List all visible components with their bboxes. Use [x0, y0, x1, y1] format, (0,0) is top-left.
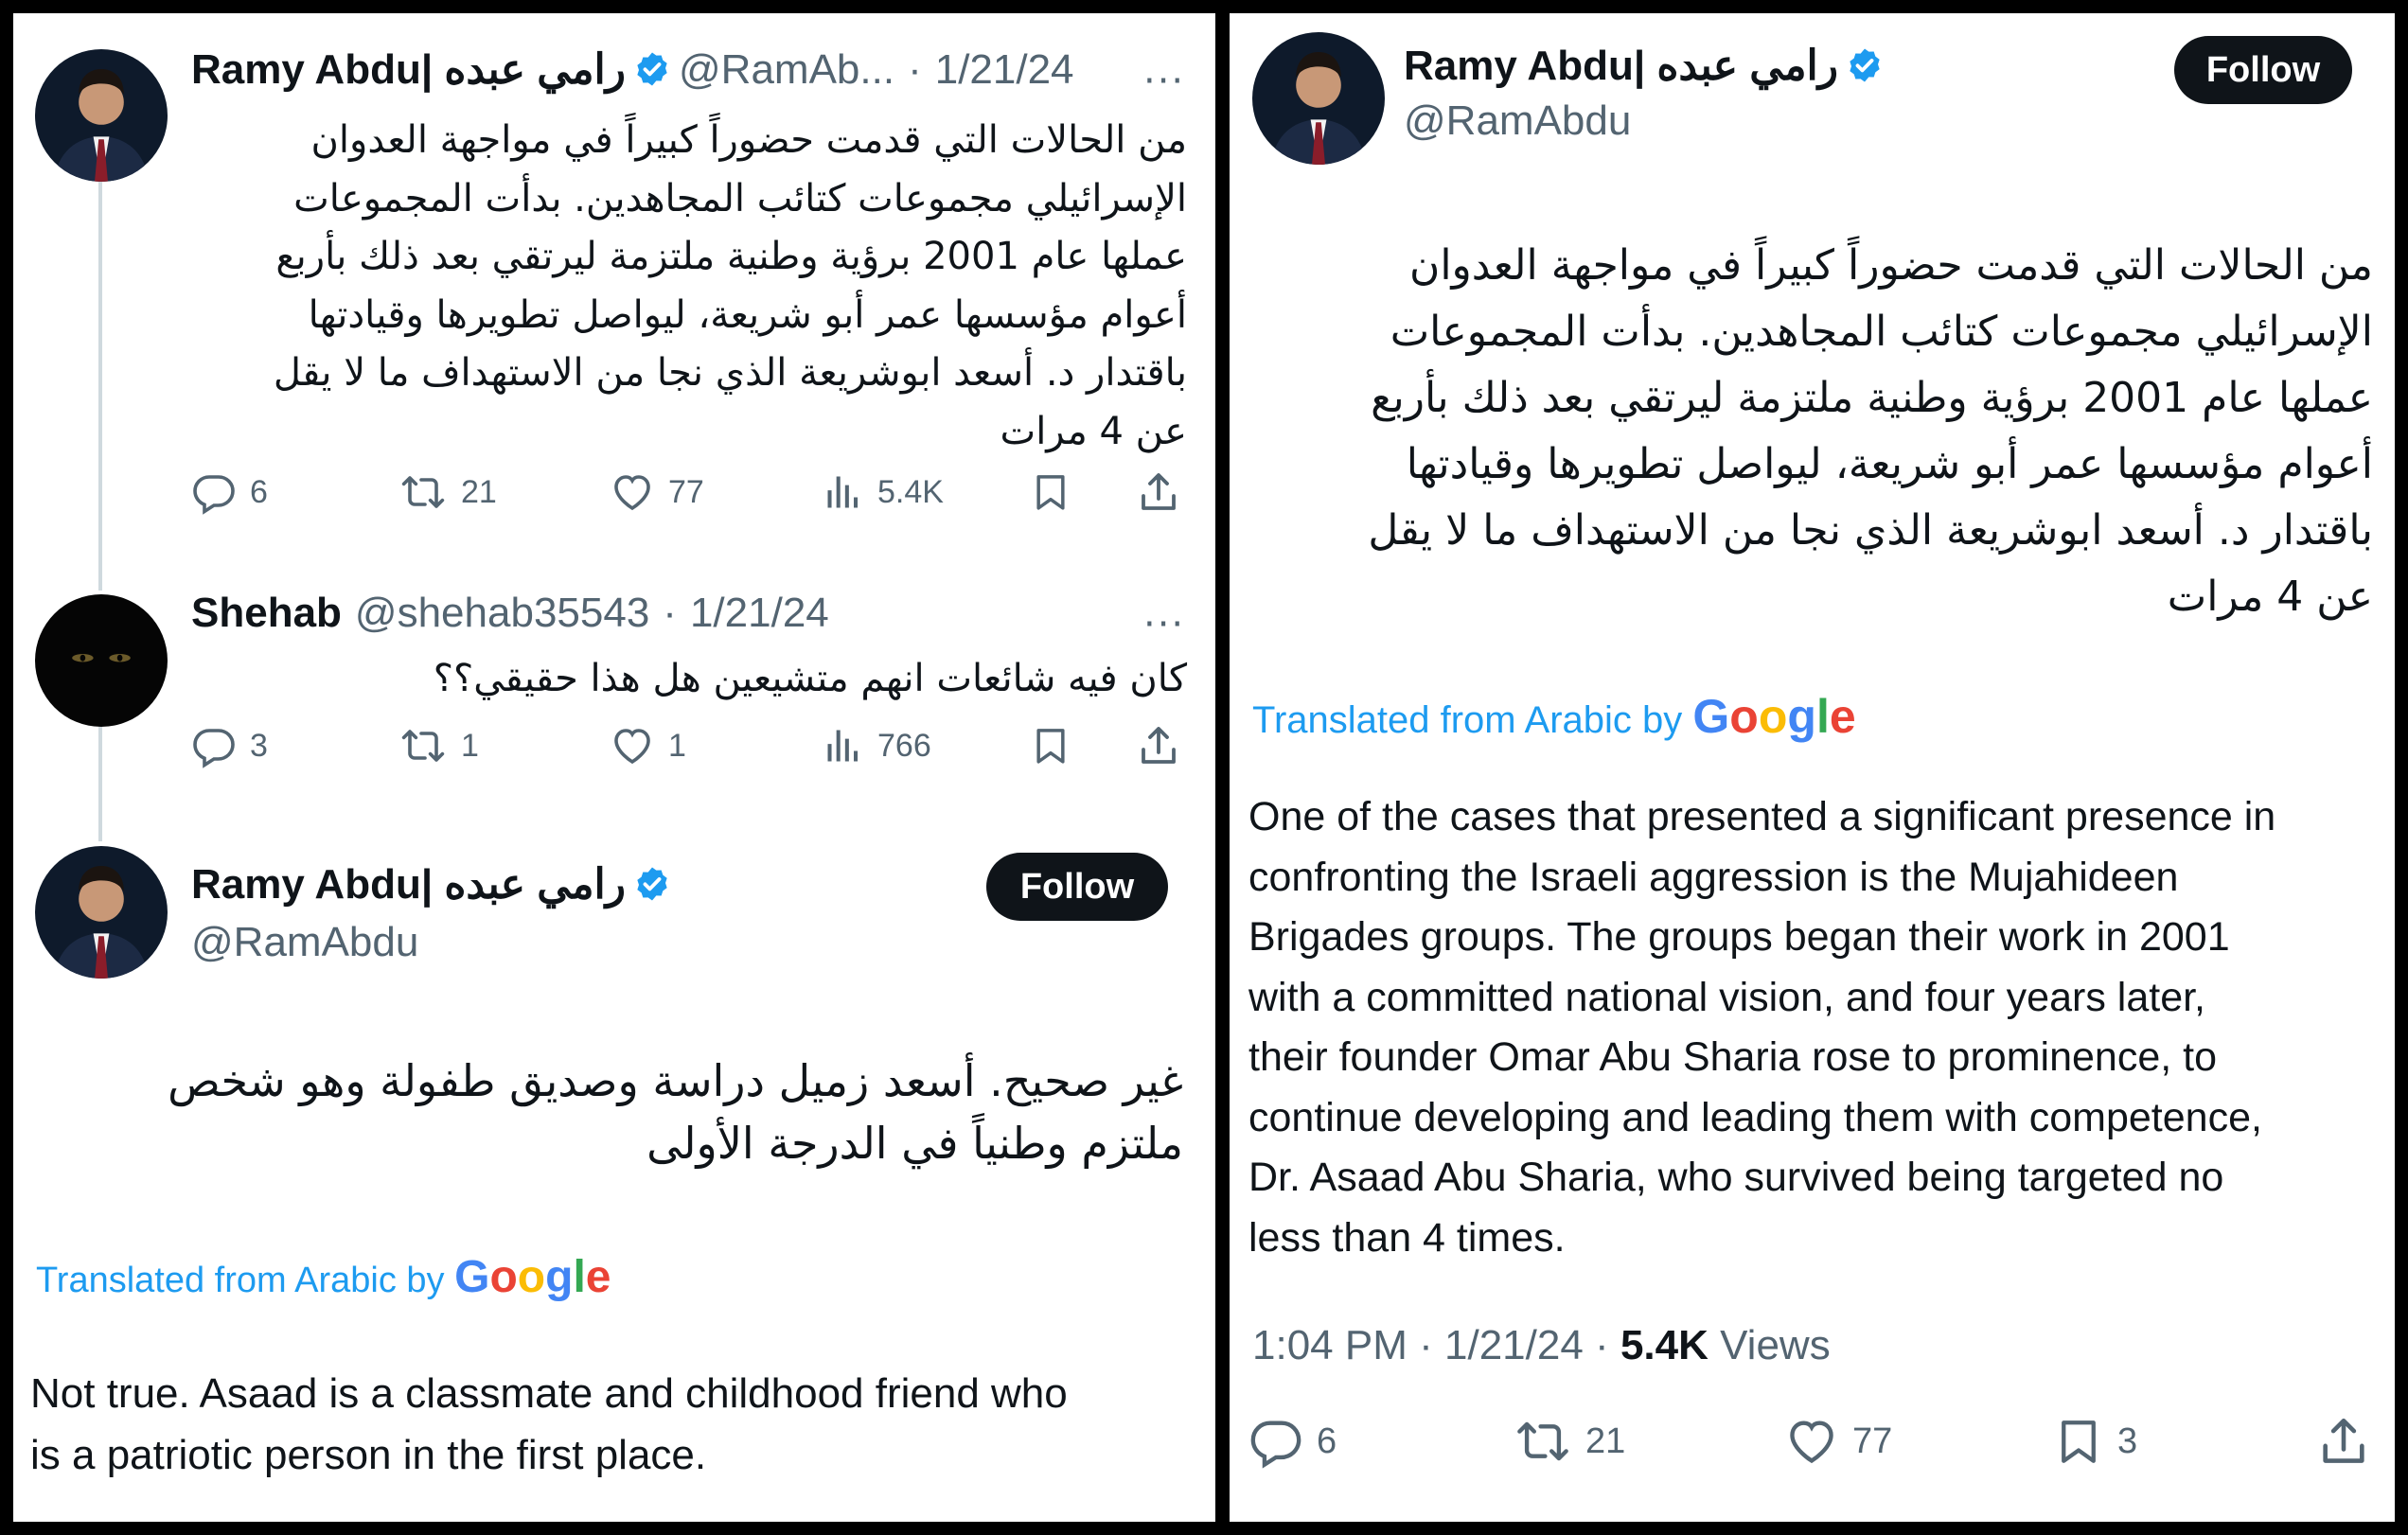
more-icon[interactable]: ··· [1143, 62, 1185, 100]
google-letter: G [454, 1252, 490, 1302]
like-icon [1784, 1414, 1839, 1469]
bookmark-button[interactable] [1030, 723, 1071, 768]
tweet-text: من الحالات التي قدمت حضوراً كبيراً في مو… [1368, 241, 2373, 621]
google-letter: G [1692, 690, 1730, 743]
share-icon [1136, 469, 1181, 515]
google-letter: o [1758, 690, 1788, 743]
tweet-text: غير صحيح. أسعد زميل دراسة وصديق طفولة وه… [168, 1055, 1183, 1169]
avatar[interactable] [1252, 32, 1385, 165]
follow-button[interactable]: Follow [2174, 36, 2352, 104]
separator: · [908, 46, 922, 93]
share-button[interactable] [1136, 723, 1181, 768]
tweet-header: Shehab @shehab35543 · 1/21/24 [191, 587, 829, 640]
reply-button[interactable]: 6 [1248, 1414, 1337, 1469]
user-handle[interactable]: @shehab35543 [355, 590, 649, 636]
tweet-date[interactable]: 1/21/24 [935, 46, 1074, 93]
display-name[interactable]: Shehab [191, 590, 342, 636]
views-icon [823, 469, 864, 515]
more-icon[interactable]: ··· [1143, 606, 1185, 644]
user-handle[interactable]: @RamAb... [679, 46, 894, 93]
reply-icon [191, 723, 237, 768]
left-screenshot-panel: Ramy Abdu| رامي عبده @RamAb... · 1/21/24 … [13, 13, 1215, 1522]
bookmark-button[interactable]: 3 [2053, 1414, 2137, 1469]
google-letter: o [1729, 690, 1759, 743]
like-button[interactable]: 77 [610, 469, 704, 515]
translated-from-label[interactable]: Translated from Arabic by Google [36, 1251, 611, 1303]
google-letter: g [545, 1252, 574, 1302]
repost-icon [1514, 1414, 1572, 1469]
avatar[interactable] [35, 49, 168, 182]
share-button[interactable] [1136, 469, 1181, 515]
bookmark-icon [1030, 723, 1071, 768]
repost-button[interactable]: 1 [398, 723, 479, 768]
user-handle[interactable]: @RamAbdu [191, 916, 418, 969]
google-letter: e [585, 1252, 611, 1302]
reply-icon [191, 469, 237, 515]
google-letter: l [573, 1252, 586, 1302]
views-button[interactable]: 5.4K [823, 469, 944, 515]
share-button[interactable] [2316, 1414, 2371, 1469]
follow-button[interactable]: Follow [986, 853, 1168, 921]
tweet-header: Ramy Abdu| رامي عبده [191, 858, 679, 911]
google-letter: l [1815, 690, 1830, 743]
bookmark-icon [1030, 469, 1071, 515]
display-name[interactable]: Ramy Abdu| رامي عبده [191, 861, 626, 908]
views-icon [823, 723, 864, 768]
verified-badge-icon [633, 865, 671, 903]
google-letter: g [1787, 690, 1816, 743]
verified-badge-icon [633, 50, 671, 88]
google-logo: Google [454, 1252, 611, 1302]
google-letter: o [489, 1252, 518, 1302]
translation-text: One of the cases that presented a signif… [1248, 794, 2276, 1261]
display-name[interactable]: Ramy Abdu| رامي عبده [191, 46, 626, 93]
avatar[interactable] [35, 594, 168, 727]
bookmark-icon [2053, 1414, 2104, 1469]
separator: · [1595, 1322, 1609, 1368]
reply-button[interactable]: 3 [191, 723, 268, 768]
thread-line [98, 165, 102, 591]
views-count: 5.4K [1620, 1322, 1709, 1368]
avatar[interactable] [35, 846, 168, 979]
translation-text: Not true. Asaad is a classmate and child… [30, 1370, 1068, 1478]
share-icon [1136, 723, 1181, 768]
repost-button[interactable]: 21 [398, 469, 497, 515]
tweet-text: من الحالات التي قدمت حضوراً كبيراً في مو… [273, 118, 1187, 453]
bookmark-button[interactable] [1030, 469, 1071, 515]
reply-button[interactable]: 6 [191, 469, 268, 515]
google-letter: e [1829, 690, 1856, 743]
tweet-header: Ramy Abdu| رامي عبده [1404, 40, 1891, 93]
views-button[interactable]: 766 [823, 723, 931, 768]
tweet-date[interactable]: 1/21/24 [690, 590, 829, 636]
tweet-date[interactable]: 1/21/24 [1444, 1322, 1584, 1368]
like-button[interactable]: 1 [610, 723, 686, 768]
tweet-time[interactable]: 1:04 PM [1252, 1322, 1408, 1368]
repost-button[interactable]: 21 [1514, 1414, 1625, 1469]
google-letter: o [517, 1252, 546, 1302]
display-name[interactable]: Ramy Abdu| رامي عبده [1404, 43, 1838, 89]
tweet-text: كان فيه شائعات انهم متشيعين هل هذا حقيقي… [433, 657, 1187, 700]
like-button[interactable]: 77 [1784, 1414, 1892, 1469]
views-label: Views [1720, 1322, 1831, 1368]
repost-icon [398, 723, 448, 768]
separator: · [1419, 1322, 1433, 1368]
tweet-meta: 1:04 PM · 1/21/24 · 5.4K Views [1252, 1317, 1831, 1374]
repost-icon [398, 469, 448, 515]
translated-from-label[interactable]: Translated from Arabic by Google [1252, 689, 1856, 744]
separator: · [663, 590, 677, 636]
like-icon [610, 723, 655, 768]
verified-badge-icon [1846, 46, 1884, 84]
google-logo: Google [1692, 690, 1855, 743]
tweet-header: Ramy Abdu| رامي عبده @RamAb... · 1/21/24 [191, 44, 1074, 97]
user-handle[interactable]: @RamAbdu [1404, 95, 1631, 148]
right-screenshot-panel: Ramy Abdu| رامي عبده @RamAbdu Follow من … [1230, 13, 2395, 1522]
thread-line [98, 714, 102, 841]
like-icon [610, 469, 655, 515]
share-icon [2316, 1414, 2371, 1469]
reply-icon [1248, 1414, 1303, 1469]
